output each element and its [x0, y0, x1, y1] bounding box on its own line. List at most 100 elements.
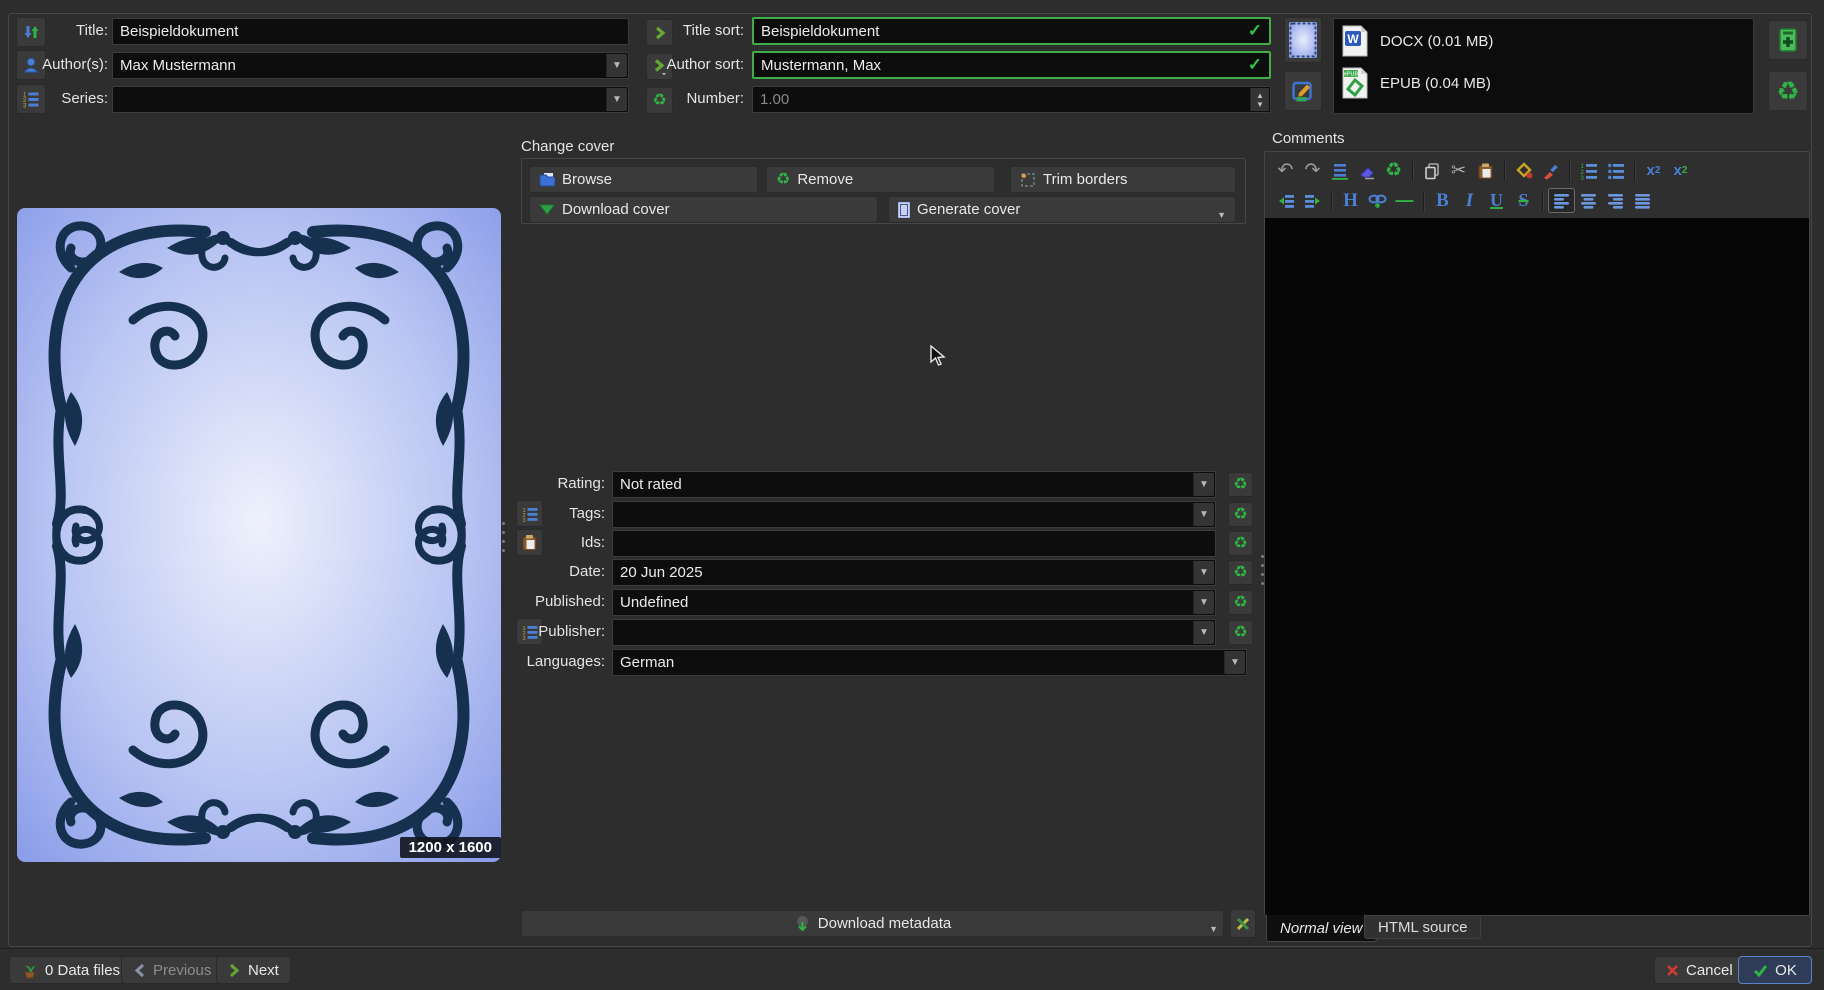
ok-button[interactable]: OK: [1738, 956, 1812, 984]
tags-dropdown-arrow[interactable]: ▼: [1193, 503, 1214, 526]
change-cover-label: Change cover: [521, 138, 614, 155]
edit-cover-button[interactable]: [1284, 71, 1322, 111]
ids-label: Ids:: [480, 530, 605, 556]
remove-cover-button[interactable]: ♻ Remove: [766, 166, 995, 193]
remove-format-button[interactable]: ♻: [1768, 71, 1808, 111]
title-sort-input[interactable]: Beispieldokument ✓: [752, 17, 1271, 45]
format-row-epub[interactable]: ePUB EPUB (0.04 MB): [1342, 67, 1491, 99]
series-combo[interactable]: ▼: [112, 86, 629, 113]
indent-more-icon[interactable]: [1272, 188, 1299, 213]
browse-cover-button[interactable]: Browse: [529, 166, 758, 193]
authors-dropdown-arrow[interactable]: ▼: [606, 54, 627, 77]
author-sort-input[interactable]: Mustermann, Max ✓: [752, 51, 1271, 79]
clear-rating-button[interactable]: ♻: [1228, 472, 1253, 497]
download-metadata-button[interactable]: Download metadata ▼: [521, 910, 1224, 937]
published-picker[interactable]: Undefined ▼: [612, 589, 1216, 616]
background-color-icon[interactable]: [1510, 158, 1537, 183]
paste-icon[interactable]: [1472, 158, 1499, 183]
tags-combo[interactable]: ▼: [612, 501, 1216, 528]
unordered-list-icon[interactable]: [1602, 158, 1629, 183]
series-dropdown-arrow[interactable]: ▼: [606, 88, 627, 111]
previous-button[interactable]: Previous: [121, 956, 223, 984]
bold-icon[interactable]: B: [1429, 188, 1456, 213]
add-book-icon: [1775, 27, 1801, 53]
clear-comments-icon[interactable]: ♻: [1380, 158, 1407, 183]
ordered-list-icon[interactable]: 123: [1575, 158, 1602, 183]
strikethrough-icon[interactable]: S: [1510, 188, 1537, 213]
swap-title-author-button[interactable]: [16, 17, 46, 47]
cover-image[interactable]: 1200 x 1600: [17, 208, 501, 862]
cancel-button[interactable]: Cancel: [1654, 956, 1745, 984]
author-sort-label: Author sort:: [656, 52, 744, 78]
format-row-docx[interactable]: W DOCX (0.01 MB): [1342, 25, 1493, 57]
formats-list[interactable]: W DOCX (0.01 MB) ePUB EPUB (0.04 MB): [1333, 18, 1754, 114]
publisher-combo[interactable]: ▼: [612, 619, 1216, 646]
align-right-icon[interactable]: [1602, 188, 1629, 213]
title-label: Title:: [50, 18, 108, 44]
publisher-dropdown-arrow[interactable]: ▼: [1193, 621, 1214, 644]
ids-input[interactable]: [612, 530, 1216, 557]
underline-icon[interactable]: U: [1483, 188, 1510, 213]
date-dropdown-arrow[interactable]: ▼: [1193, 561, 1214, 584]
italic-icon[interactable]: I: [1456, 188, 1483, 213]
remove-formatting-icon[interactable]: [1353, 158, 1380, 183]
title-input[interactable]: Beispieldokument: [112, 18, 629, 45]
series-number-spinner[interactable]: 1.00 ▲▼: [752, 86, 1271, 113]
clear-publisher-button[interactable]: ♻: [1228, 620, 1253, 645]
cut-icon[interactable]: ✂: [1445, 158, 1472, 183]
languages-combo[interactable]: German ▼: [612, 649, 1247, 676]
next-button[interactable]: Next: [216, 956, 291, 984]
browse-label: Browse: [562, 171, 612, 188]
select-all-icon[interactable]: [1326, 158, 1353, 183]
languages-dropdown-arrow[interactable]: ▼: [1224, 651, 1245, 674]
add-format-button[interactable]: [1768, 20, 1808, 60]
subscript-icon[interactable]: x2: [1667, 158, 1694, 183]
data-files-button[interactable]: 0 Data files: [9, 956, 132, 984]
heading-icon[interactable]: H: [1337, 188, 1364, 213]
splitter-handle-left[interactable]: [502, 522, 505, 552]
comments-toolbar-row1: ↶ ↷ ♻ ✂ 123 x2 x2: [1272, 158, 1694, 183]
published-dropdown-arrow[interactable]: ▼: [1193, 591, 1214, 614]
align-center-icon[interactable]: [1575, 188, 1602, 213]
date-label: Date:: [480, 559, 605, 585]
date-value: 20 Jun 2025: [620, 564, 1208, 581]
swap-icon: [22, 23, 40, 41]
foreground-color-icon[interactable]: [1537, 158, 1564, 183]
remove-label: Remove: [797, 171, 853, 188]
superscript-icon[interactable]: x2: [1640, 158, 1667, 183]
next-label: Next: [248, 962, 279, 979]
date-picker[interactable]: 20 Jun 2025 ▼: [612, 559, 1216, 586]
clear-date-button[interactable]: ♻: [1228, 560, 1253, 585]
series-number-value: 1.00: [760, 91, 1263, 108]
align-justify-icon[interactable]: [1629, 188, 1656, 213]
rating-dropdown-arrow[interactable]: ▼: [1193, 473, 1214, 496]
insert-link-icon[interactable]: [1364, 188, 1391, 213]
trim-borders-button[interactable]: Trim borders: [1010, 166, 1236, 193]
download-cover-button[interactable]: Download cover: [529, 196, 878, 223]
spinner-arrows[interactable]: ▲▼: [1250, 88, 1269, 111]
clear-published-button[interactable]: ♻: [1228, 590, 1253, 615]
indent-less-icon[interactable]: [1299, 188, 1326, 213]
toolbar-separator: [1542, 191, 1543, 211]
comments-editor[interactable]: [1265, 218, 1809, 915]
tab-html-source[interactable]: HTML source: [1364, 915, 1481, 939]
title-sort-value: Beispieldokument: [761, 23, 1242, 40]
rating-combo[interactable]: Not rated ▼: [612, 471, 1216, 498]
align-left-icon[interactable]: [1548, 188, 1575, 213]
generate-cover-button[interactable]: Generate cover ▼: [888, 196, 1236, 223]
undo-icon[interactable]: ↶: [1272, 158, 1299, 183]
redo-icon[interactable]: ↷: [1299, 158, 1326, 183]
tab-normal-view[interactable]: Normal view: [1266, 915, 1377, 942]
mouse-cursor: [928, 345, 948, 367]
copy-icon[interactable]: [1418, 158, 1445, 183]
clear-tags-button[interactable]: ♻: [1228, 502, 1253, 527]
tab-label: HTML source: [1378, 919, 1467, 936]
clear-ids-button[interactable]: ♻: [1228, 531, 1253, 556]
authors-combo[interactable]: Max Mustermann ▼: [112, 52, 629, 79]
published-label: Published:: [480, 589, 605, 615]
format-label: EPUB (0.04 MB): [1380, 75, 1491, 92]
authors-label: Author(s):: [30, 52, 108, 78]
cover-thumbnail-button[interactable]: [1284, 17, 1322, 63]
configure-metadata-download-button[interactable]: [1230, 909, 1256, 938]
horizontal-rule-icon[interactable]: —: [1391, 188, 1418, 213]
